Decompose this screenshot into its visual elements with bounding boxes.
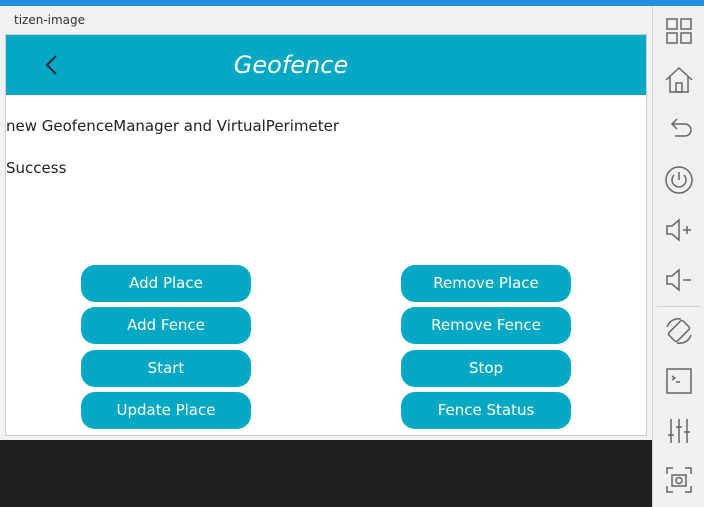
rotate-icon[interactable]: [663, 315, 695, 347]
device-screen: Geofence new GeofenceManager and Virtual…: [5, 34, 647, 436]
page-title: Geofence: [233, 51, 349, 79]
add-place-button[interactable]: Add Place: [81, 265, 251, 302]
screenshot-icon[interactable]: [663, 464, 695, 496]
remove-fence-button[interactable]: Remove Fence: [401, 307, 571, 344]
fence-status-button[interactable]: Fence Status: [401, 392, 571, 429]
status-message-1: new GeofenceManager and VirtualPerimeter: [6, 117, 340, 135]
emulator-frame: Geofence new GeofenceManager and Virtual…: [0, 34, 652, 440]
app-header: Geofence: [6, 35, 646, 95]
emulator-control-panel: [652, 6, 704, 507]
emulator-bottom-area: [0, 440, 652, 507]
settings-sliders-icon[interactable]: [663, 415, 695, 447]
start-button[interactable]: Start: [81, 350, 251, 387]
power-icon[interactable]: [663, 164, 695, 196]
stop-button[interactable]: Stop: [401, 350, 571, 387]
window-title: tizen-image: [0, 6, 652, 34]
home-icon[interactable]: [663, 64, 695, 96]
remove-place-button[interactable]: Remove Place: [401, 265, 571, 302]
volume-down-icon[interactable]: [663, 264, 695, 296]
back-icon[interactable]: [663, 114, 695, 146]
sidebar-divider: [657, 306, 701, 307]
apps-icon[interactable]: [663, 15, 695, 47]
volume-up-icon[interactable]: [663, 214, 695, 246]
add-fence-button[interactable]: Add Fence: [81, 307, 251, 344]
status-message-2: Success: [6, 159, 67, 177]
update-place-button[interactable]: Update Place: [81, 392, 251, 429]
terminal-icon[interactable]: [663, 365, 695, 397]
